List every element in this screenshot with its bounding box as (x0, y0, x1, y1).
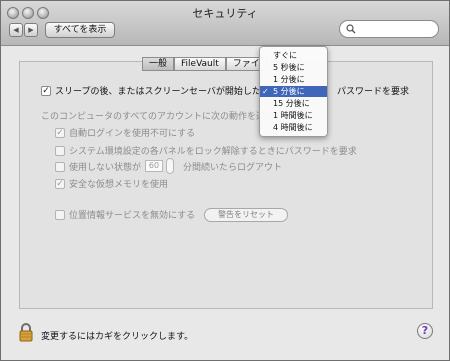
accounts-heading: このコンピュータのすべてのアカウントに次の動作を適用 (41, 112, 275, 122)
show-all-button[interactable]: すべてを表示 (45, 22, 115, 38)
menu-item[interactable]: 5 秒後に (260, 62, 327, 73)
menu-item[interactable]: すぐに (260, 50, 327, 61)
require-password-unlock-label: システム環境設定の各パネルをロック解除するときにパスワードを要求 (69, 147, 357, 157)
menu-item-selected[interactable]: ✓ 5 分後に (260, 86, 327, 97)
secure-virtual-memory-label: 安全な仮想メモリを使用 (69, 180, 169, 190)
logout-minutes-stepper[interactable] (166, 158, 174, 174)
tab-filevault[interactable]: FileVault (174, 57, 226, 71)
menu-item[interactable]: 4 時間後に (260, 122, 327, 133)
require-password-label: スリープの後、またはスクリーンセーバが開始した後 (55, 87, 270, 97)
disable-location-checkbox[interactable] (55, 210, 65, 220)
auto-logout-checkbox[interactable] (55, 162, 65, 172)
chevron-right-icon: ▶ (28, 26, 34, 34)
menu-item[interactable]: 1 分後に (260, 74, 327, 85)
search-field[interactable] (339, 20, 439, 38)
reset-warnings-button[interactable]: 警告をリセット (204, 208, 288, 222)
require-password-checkbox[interactable]: ✓ (41, 86, 51, 96)
window-title: セキュリティ (192, 7, 258, 20)
checkmark-icon: ✓ (262, 87, 269, 96)
password-delay-menu: すぐに 5 秒後に 1 分後に ✓ 5 分後に 15 分後に 1 時間後に 4 時… (259, 46, 328, 137)
forward-button[interactable]: ▶ (24, 23, 38, 37)
disable-location-label: 位置情報サービスを無効にする (69, 211, 196, 221)
tab-general[interactable]: 一般 (142, 57, 175, 71)
logout-minutes-field[interactable]: 60 (145, 160, 163, 172)
require-password-suffix: パスワードを要求 (337, 87, 410, 97)
tab-bar: 一般 FileVault ファイ (142, 57, 267, 71)
lock-icon[interactable] (19, 322, 33, 346)
menu-item[interactable]: 1 時間後に (260, 110, 327, 121)
security-preferences-window: セキュリティ ◀ ▶ すべてを表示 一般 FileVault ファイ ✓ スリー… (0, 0, 450, 361)
disable-auto-login-checkbox[interactable]: ✓ (55, 128, 65, 138)
disable-auto-login-label: 自動ログインを使用不可にする (69, 129, 196, 139)
auto-logout-label-suffix: 分間続いたらログアウト (183, 163, 283, 173)
lock-instructions: 変更するにはカギをクリックします。 (41, 332, 194, 342)
help-button[interactable]: ? (417, 323, 433, 339)
back-button[interactable]: ◀ (9, 23, 23, 37)
chevron-left-icon: ◀ (13, 26, 19, 34)
title-bar: セキュリティ ◀ ▶ すべてを表示 (1, 1, 449, 46)
secure-virtual-memory-checkbox[interactable]: ✓ (55, 179, 65, 189)
auto-logout-label-prefix: 使用しない状態が (69, 163, 142, 173)
menu-item[interactable]: 15 分後に (260, 98, 327, 109)
require-password-unlock-checkbox[interactable] (55, 146, 65, 156)
search-icon (346, 24, 356, 34)
